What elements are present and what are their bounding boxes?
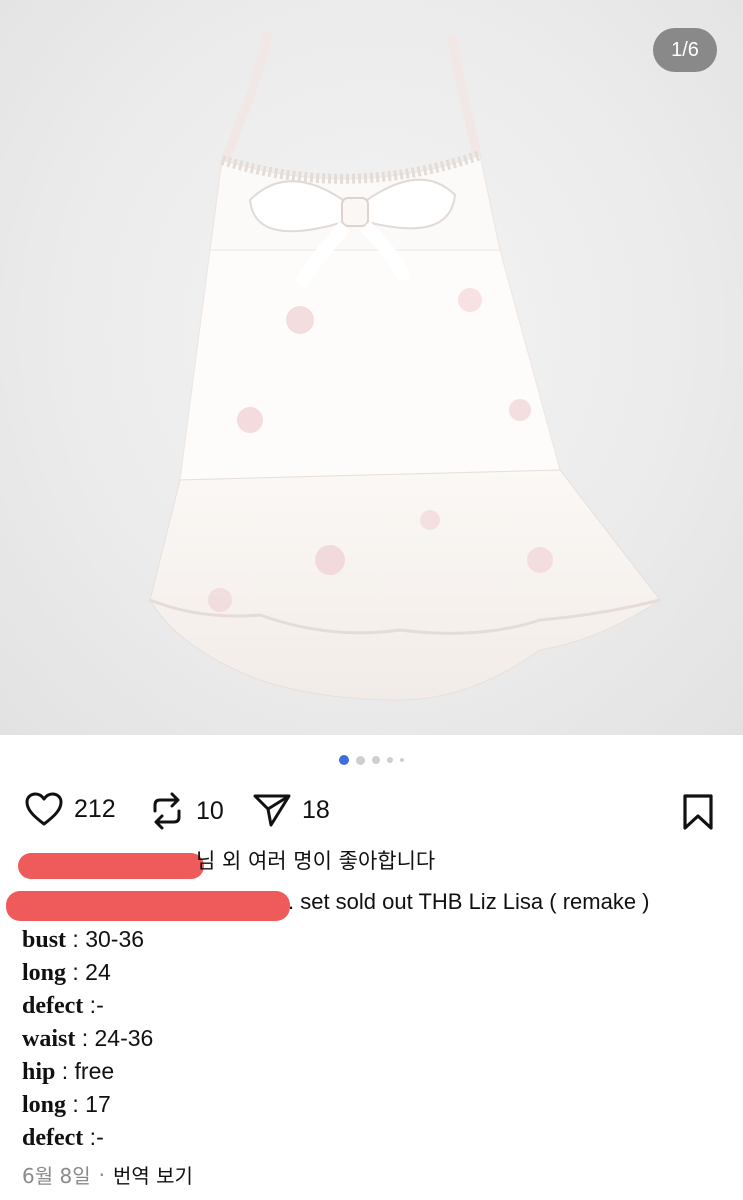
liked-by-line[interactable]: 님 외 여러 명이 좋아합니다 bbox=[0, 845, 743, 887]
carousel-dot bbox=[356, 755, 365, 765]
post-image[interactable]: 1/6 bbox=[0, 0, 743, 735]
action-bar: 212 10 18 bbox=[0, 785, 743, 845]
spec-label: defect bbox=[22, 1125, 84, 1151]
carousel-dot bbox=[372, 756, 380, 764]
carousel-indicator bbox=[0, 735, 743, 785]
carousel-dot-active bbox=[339, 755, 349, 765]
spec-value: : 30-36 bbox=[66, 926, 145, 952]
spec-line: defect :- bbox=[22, 989, 743, 1022]
liked-by-text: 님 외 여러 명이 좋아합니다 bbox=[196, 849, 436, 873]
redacted-username bbox=[6, 891, 290, 921]
dress-photo bbox=[149, 31, 661, 701]
caption: . set sold out THB Liz Lisa ( remake ) bbox=[0, 887, 743, 923]
like-button[interactable]: 212 bbox=[24, 791, 116, 827]
spec-value: : free bbox=[55, 1058, 115, 1084]
spec-value: : 17 bbox=[66, 1091, 111, 1117]
spec-value: :- bbox=[83, 1124, 104, 1150]
spec-line: long : 24 bbox=[22, 956, 743, 989]
image-counter: 1/6 bbox=[653, 28, 717, 72]
caption-text: . set sold out THB Liz Lisa ( remake ) bbox=[288, 889, 650, 914]
share-button[interactable]: 18 bbox=[252, 791, 330, 829]
spec-value: : 24-36 bbox=[75, 1025, 154, 1051]
repost-button[interactable]: 10 bbox=[148, 791, 224, 831]
spec-label: hip bbox=[22, 1059, 56, 1085]
spec-line: long : 17 bbox=[22, 1088, 743, 1121]
send-icon bbox=[253, 794, 291, 827]
carousel-dot bbox=[400, 758, 404, 762]
spec-label: bust bbox=[22, 927, 67, 953]
bookmark-button[interactable] bbox=[681, 793, 715, 836]
meta-separator: · bbox=[98, 1162, 105, 1187]
repost-icon bbox=[153, 792, 181, 830]
translate-link[interactable]: 번역 보기 bbox=[113, 1160, 193, 1189]
post-date: 6월 8일 bbox=[22, 1164, 91, 1188]
spec-line: defect :- bbox=[22, 1121, 743, 1154]
spec-line: bust : 30-36 bbox=[22, 923, 743, 956]
heart-icon bbox=[25, 792, 63, 826]
spec-label: long bbox=[22, 1092, 67, 1118]
post-meta: 6월 8일 · 번역 보기 bbox=[0, 1160, 743, 1189]
spec-line: hip : free bbox=[22, 1055, 743, 1088]
redacted-username bbox=[18, 853, 204, 879]
spec-value: : 24 bbox=[66, 959, 111, 985]
repost-count: 10 bbox=[196, 796, 224, 825]
carousel-dot bbox=[387, 757, 393, 763]
spec-label: waist bbox=[22, 1026, 76, 1052]
spec-value: :- bbox=[83, 992, 104, 1018]
size-specs: bust : 30-36 long : 24 defect :- waist :… bbox=[0, 923, 743, 1154]
bookmark-icon bbox=[683, 794, 713, 830]
like-count: 212 bbox=[74, 794, 116, 823]
spec-line: waist : 24-36 bbox=[22, 1022, 743, 1055]
share-count: 18 bbox=[302, 795, 330, 824]
spec-label: long bbox=[22, 960, 67, 986]
spec-label: defect bbox=[22, 993, 84, 1019]
